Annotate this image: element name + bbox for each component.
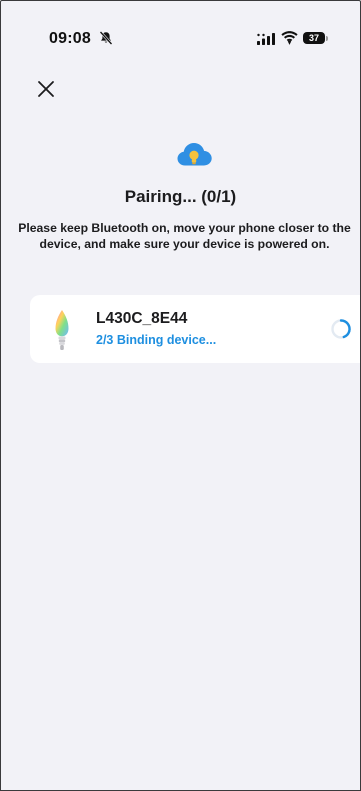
device-name: L430C_8E44 xyxy=(96,310,188,327)
page-title: Pairing... (0/1) xyxy=(124,187,237,206)
device-card[interactable]: L430C_8E44 2/3 Binding device... xyxy=(30,295,360,363)
cloud-bulb-icon xyxy=(177,143,212,166)
pairing-screen: 09:08 37 Pairing... (0/1) Please keep Bl… xyxy=(0,0,361,791)
bulb-icon xyxy=(55,310,69,350)
battery-tip xyxy=(326,36,328,41)
spinner-icon xyxy=(331,319,351,339)
status-bar: 09:08 37 xyxy=(1,1,360,55)
cellular-signal-icon xyxy=(257,33,275,45)
close-icon xyxy=(38,81,54,97)
pairing-instructions: Please keep Bluetooth on, move your phon… xyxy=(18,221,351,251)
bell-slash-icon xyxy=(99,31,113,45)
battery-icon: 37 xyxy=(303,32,325,44)
status-time: 09:08 xyxy=(49,30,91,47)
wifi-icon xyxy=(281,31,298,45)
close-button[interactable] xyxy=(29,72,63,106)
device-binding-status: 2/3 Binding device... xyxy=(96,333,217,347)
